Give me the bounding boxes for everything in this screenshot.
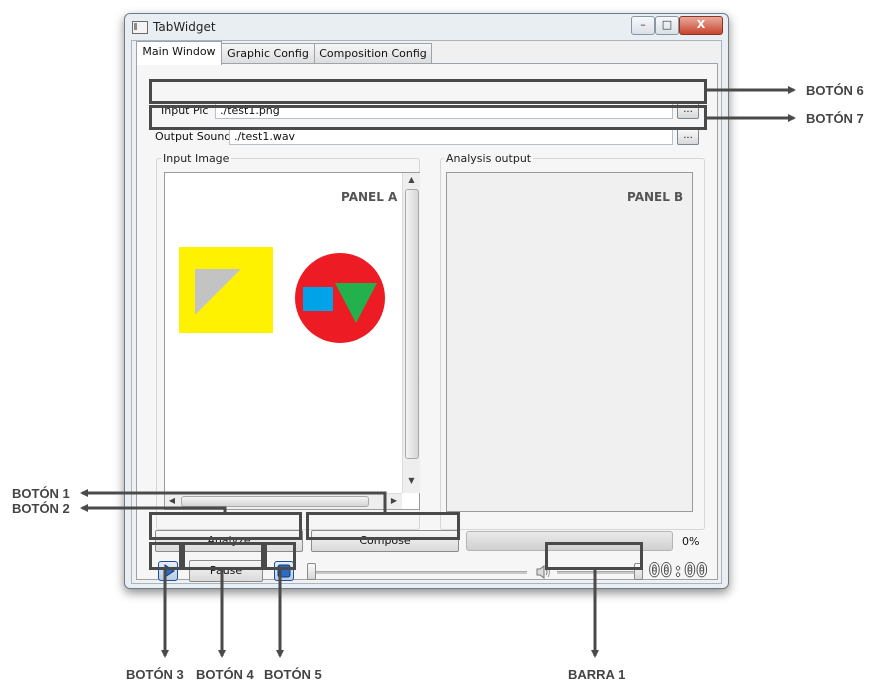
annotation-boton3: BOTÓN 3 xyxy=(126,667,184,682)
annotation-boton2: BOTÓN 2 xyxy=(12,501,70,516)
annotation-boton4: BOTÓN 4 xyxy=(196,667,254,682)
annotation-boton1: BOTÓN 1 xyxy=(12,486,70,501)
annotation-boton7: BOTÓN 7 xyxy=(806,111,864,126)
annotation-arrows xyxy=(80,86,796,658)
annotation-boton5: BOTÓN 5 xyxy=(264,667,322,682)
annotation-barra1: BARRA 1 xyxy=(568,667,626,682)
boton2-arrow xyxy=(80,504,227,512)
tab-main-window[interactable]: Main Window xyxy=(136,41,222,65)
annotation-boton6: BOTÓN 6 xyxy=(806,83,864,98)
